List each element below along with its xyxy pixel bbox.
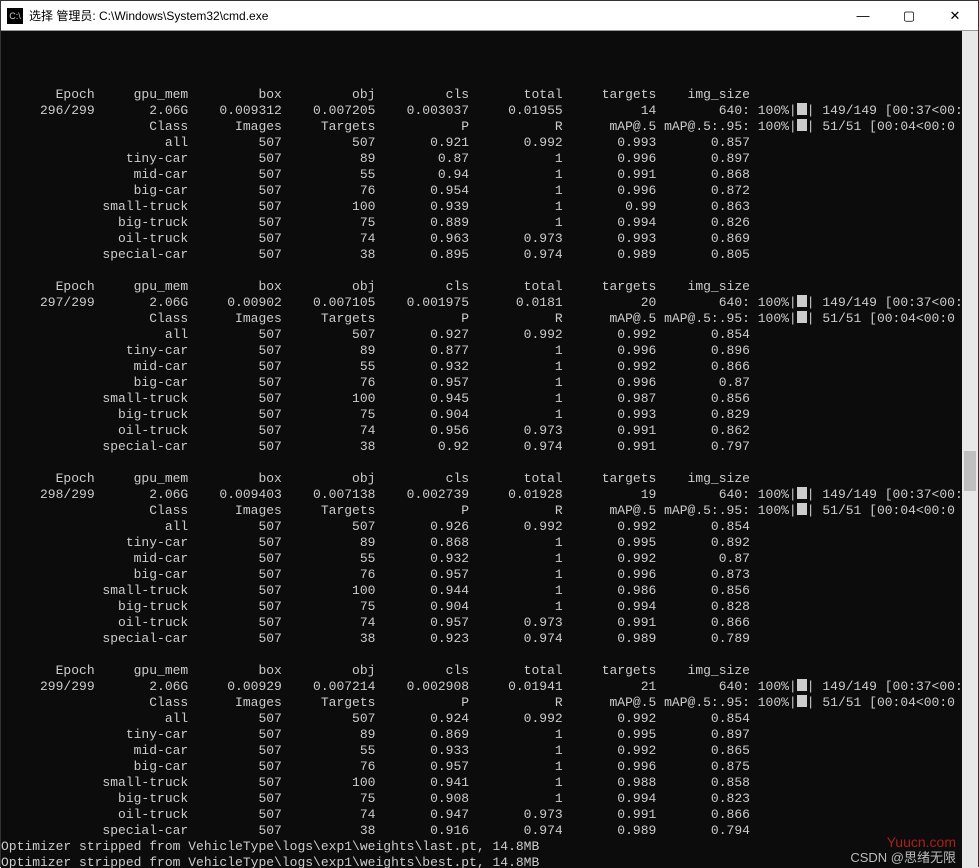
window-title: 选择 管理员: C:\Windows\System32\cmd.exe: [29, 7, 268, 24]
watermark-csdn: CSDN @思绪无限: [850, 850, 956, 866]
maximize-button[interactable]: ▢: [886, 1, 932, 31]
watermark-site: Yuucn.com: [887, 834, 956, 850]
scrollbar-thumb[interactable]: [964, 451, 976, 491]
app-icon: C:\: [7, 8, 23, 24]
terminal-text: Epoch gpu_mem box obj cls total targets …: [1, 71, 978, 868]
window-titlebar[interactable]: C:\ 选择 管理员: C:\Windows\System32\cmd.exe …: [1, 1, 978, 31]
scrollbar[interactable]: [962, 31, 978, 868]
terminal-output[interactable]: Epoch gpu_mem box obj cls total targets …: [1, 31, 978, 868]
close-button[interactable]: ✕: [932, 1, 978, 31]
minimize-button[interactable]: —: [840, 1, 886, 31]
